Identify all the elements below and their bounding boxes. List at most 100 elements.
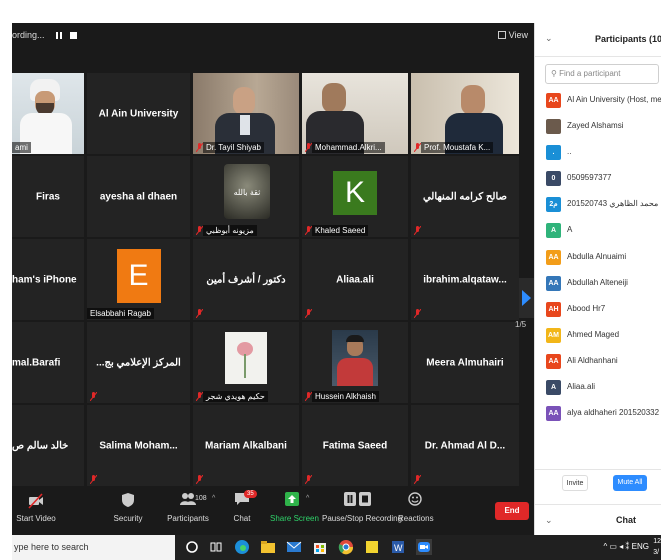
participants-button[interactable]: 108 ^ Participants (165, 492, 215, 523)
participant-row-name: Aliaa.ali (567, 382, 596, 392)
svg-text:W: W (394, 543, 403, 553)
participant-row-name: Abdullah Alteneiji (567, 277, 628, 287)
participant-row[interactable]: 2م محمد الظاهري 201520743 (535, 193, 661, 219)
language-indicator[interactable]: ENG (632, 542, 649, 551)
end-meeting-button[interactable]: End (495, 502, 529, 520)
participant-row[interactable]: Zayed Alshamsi (535, 115, 661, 141)
system-tray[interactable]: ^ ▭ ◂ ⁑ ENG (603, 542, 649, 551)
mute-all-button[interactable]: Mute All (613, 475, 647, 491)
video-tile[interactable]: خالد سالم ص (12, 405, 84, 486)
video-tile[interactable]: Al Ain University (87, 73, 190, 154)
security-button[interactable]: Security (110, 492, 146, 523)
collapse-chevron-icon[interactable]: ⌄ (545, 33, 553, 44)
participant-row[interactable]: AA Abdullah Alteneiji (535, 272, 661, 298)
video-tile[interactable]: mal.Barafi (12, 322, 84, 403)
security-label: Security (113, 514, 143, 523)
participant-name: Mariam Alkalbani (205, 440, 287, 451)
edge-icon[interactable] (234, 539, 250, 555)
participant-row[interactable]: AA alya aldhaheri 201520332 (535, 402, 661, 428)
chat-button[interactable]: 35 Chat (228, 490, 257, 523)
pause-stop-recording-button[interactable]: Pause/Stop Recording (322, 492, 402, 523)
chevron-up-icon[interactable]: ^ (212, 495, 215, 502)
meeting-toolbar: Start Video Security 108 ^ Participants (12, 488, 534, 535)
video-tile[interactable]: حكيم هويدي شجر (193, 322, 299, 403)
participant-row[interactable]: AM Ahmed Maged (535, 324, 661, 350)
chat-panel-header[interactable]: ⌄ Chat (535, 504, 661, 535)
start-video-button[interactable]: Start Video (16, 492, 56, 523)
word-icon[interactable]: W (390, 539, 406, 555)
participant-avatar (546, 119, 561, 135)
video-off-icon (16, 492, 56, 512)
task-view-icon[interactable] (208, 539, 224, 555)
zoom-icon[interactable] (416, 539, 432, 555)
expand-chevron-icon[interactable]: ⌄ (545, 515, 553, 526)
participant-name: Meera Almuhairi (426, 357, 504, 368)
reactions-button[interactable]: Reactions (398, 492, 434, 523)
participant-row[interactable]: AA Abdulla Alnuaimi (535, 246, 661, 272)
start-video-label: Start Video (16, 514, 56, 523)
video-tile[interactable]: Salima Moham... (87, 405, 190, 486)
video-tile[interactable]: ...المركز الإعلامي بج (87, 322, 190, 403)
grid-view-icon (497, 31, 506, 39)
video-tile[interactable]: Firas (12, 156, 84, 237)
share-screen-button[interactable]: ^ Share Screen (270, 492, 319, 523)
file-explorer-icon[interactable] (260, 539, 276, 555)
video-tile[interactable]: ami (12, 73, 84, 154)
stop-recording-icon[interactable] (69, 31, 79, 41)
participant-avatar: AA (546, 353, 561, 369)
view-button[interactable]: View (497, 30, 528, 40)
pause-recording-icon[interactable] (54, 31, 64, 41)
video-tile[interactable]: Dr. Ahmad Al D... (411, 405, 519, 486)
video-tile[interactable]: Fatima Saeed (302, 405, 408, 486)
participant-name: ibrahim.alqataw... (423, 274, 507, 285)
video-tile[interactable]: صالح كرامه المنهالي (411, 156, 519, 237)
video-tile[interactable]: ibrahim.alqataw... (411, 239, 519, 320)
video-tile[interactable]: ثقة بالله مزيونه أبوظبي (193, 156, 299, 237)
video-tile[interactable]: Dr. Tayil Shiyab (193, 73, 299, 154)
next-page-button[interactable] (519, 278, 534, 318)
video-tile[interactable]: دكتور / أشرف أمين (193, 239, 299, 320)
participant-avatar: AH (546, 301, 561, 317)
video-tile[interactable]: Aliaa.ali (302, 239, 408, 320)
participant-name: ...المركز الإعلامي بج (96, 357, 181, 368)
participant-row-name: .. (567, 147, 572, 157)
video-tile[interactable]: K Khaled Saeed (302, 156, 408, 237)
muted-mic-icon (305, 309, 312, 318)
chrome-icon[interactable] (338, 539, 354, 555)
video-tile[interactable]: Prof. Moustafa K... (411, 73, 519, 154)
recording-controls-icon (322, 492, 394, 512)
mail-icon[interactable] (286, 539, 302, 555)
cortana-icon[interactable] (184, 539, 200, 555)
video-tile[interactable]: E Elsabbahi Ragab (87, 239, 190, 320)
smiley-icon (398, 492, 432, 512)
participant-row[interactable]: AA Al Ain University (Host, me) (535, 89, 661, 115)
video-tile[interactable]: Hussein Alkhaish (302, 322, 408, 403)
participant-row[interactable]: ... (535, 141, 661, 167)
taskbar-clock[interactable]: 12 3/ (653, 536, 661, 558)
taskbar-search-box[interactable]: ype here to search (12, 535, 175, 560)
participant-row[interactable]: AH Abood Hr7 (535, 298, 661, 324)
participant-row[interactable]: A Aliaa.ali (535, 376, 661, 402)
participant-row[interactable]: AA Ali Aldhanhani (535, 350, 661, 376)
participant-name: دكتور / أشرف أمين (206, 274, 286, 285)
chevron-up-icon[interactable]: ^ (306, 495, 309, 502)
video-tile[interactable]: ham's iPhone (12, 239, 84, 320)
store-icon[interactable] (312, 539, 328, 555)
video-tile[interactable]: ayesha al dhaen (87, 156, 190, 237)
search-placeholder: Find a participant (559, 69, 621, 78)
video-tile[interactable]: Meera Almuhairi (411, 322, 519, 403)
muted-mic-icon (90, 475, 97, 484)
participant-row-name: Al Ain University (Host, me) (567, 95, 661, 104)
participant-row[interactable]: AA (535, 219, 661, 245)
sticky-notes-icon[interactable] (364, 539, 380, 555)
participant-row-name: Ahmed Maged (567, 329, 620, 339)
participant-search-input[interactable]: ⚲ Find a participant (545, 64, 659, 84)
participant-avatar: . (546, 145, 561, 161)
video-tile[interactable]: Mariam Alkalbani (193, 405, 299, 486)
video-tile[interactable]: Mohammad.Alkri... (302, 73, 408, 154)
participant-name: صالح كرامه المنهالي (422, 191, 508, 202)
muted-mic-icon (196, 226, 203, 235)
participant-row-name: Ali Aldhanhani (567, 355, 618, 365)
participant-row[interactable]: 0 0509597377 (535, 167, 661, 193)
invite-button[interactable]: Invite (562, 475, 588, 491)
